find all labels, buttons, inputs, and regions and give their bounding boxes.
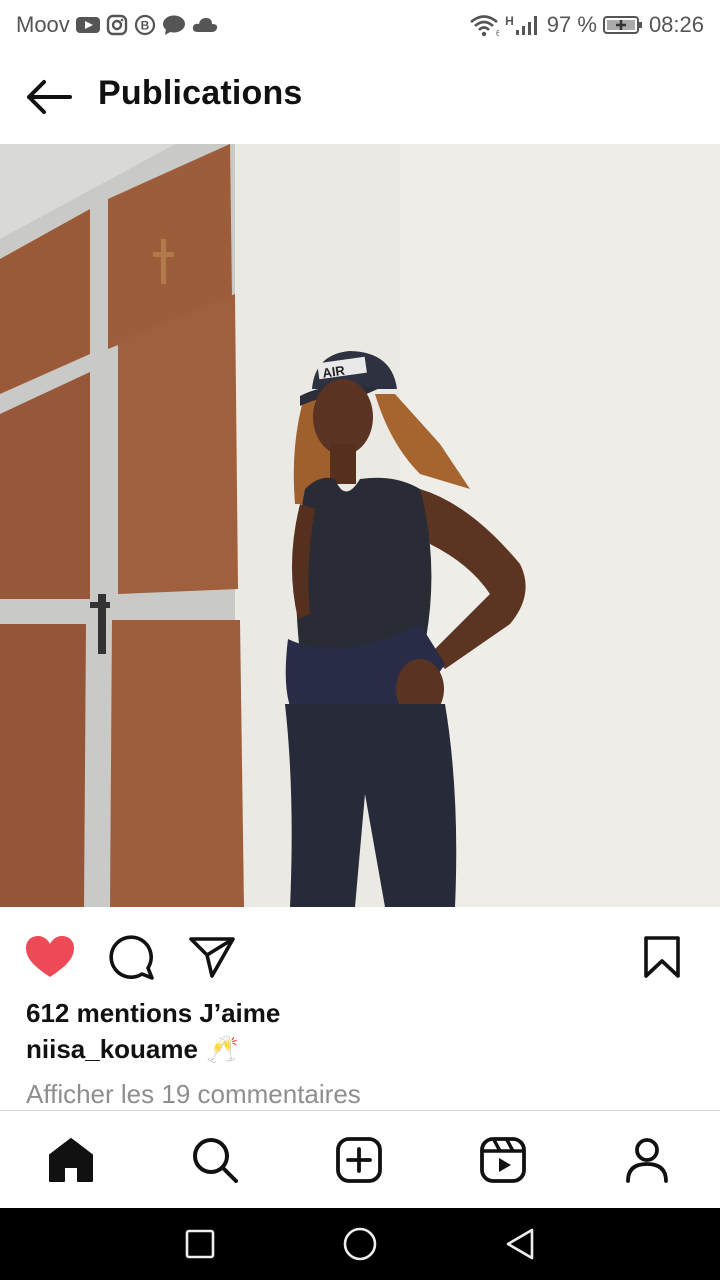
battery-icon — [602, 14, 643, 36]
comment-icon — [108, 934, 154, 980]
nav-create[interactable] — [334, 1135, 384, 1185]
svg-text:B: B — [140, 19, 149, 33]
recent-apps-icon — [184, 1228, 216, 1260]
system-nav-bar — [0, 1208, 720, 1280]
post-actions — [0, 907, 720, 1003]
system-home-button[interactable] — [340, 1224, 380, 1264]
page-title: Publications — [98, 74, 303, 112]
svg-text:6: 6 — [496, 29, 499, 37]
post-image[interactable]: AIR — [0, 144, 720, 907]
signal-icon: H — [505, 14, 541, 36]
create-icon — [336, 1137, 382, 1183]
status-bar: Moov B 6 H 97 % 08:26 — [0, 0, 720, 50]
nav-search[interactable] — [190, 1135, 240, 1185]
cloud-icon — [192, 16, 218, 34]
share-icon — [188, 935, 236, 979]
clock: 08:26 — [648, 12, 704, 37]
cap-logo-text: AIR — [321, 363, 346, 381]
bottom-nav — [0, 1111, 720, 1208]
likes-count[interactable]: 612 mentions J’aime — [26, 998, 280, 1029]
arrow-left-icon — [24, 79, 72, 115]
like-button[interactable] — [24, 931, 76, 983]
status-left: Moov B — [16, 12, 218, 38]
chat-bubble-icon — [162, 14, 186, 36]
b-icon: B — [134, 14, 156, 36]
nav-home[interactable] — [46, 1135, 96, 1185]
reels-icon — [480, 1137, 526, 1183]
instagram-icon — [106, 14, 128, 36]
comment-button[interactable] — [105, 931, 157, 983]
bookmark-icon — [642, 935, 682, 979]
nav-reels[interactable] — [478, 1135, 528, 1185]
recent-apps-button[interactable] — [180, 1224, 220, 1264]
nav-profile[interactable] — [622, 1135, 672, 1185]
caption-username[interactable]: niisa_kouame — [26, 1034, 198, 1065]
home-icon — [47, 1137, 95, 1183]
search-icon — [192, 1137, 238, 1183]
heart-icon — [25, 935, 75, 979]
app-header: Publications — [0, 50, 720, 144]
save-button[interactable] — [636, 931, 688, 983]
carrier-name: Moov — [16, 12, 70, 37]
caption-text: 🥂 — [205, 1034, 239, 1064]
back-triangle-icon — [504, 1227, 536, 1261]
wifi-icon: 6 — [469, 13, 499, 37]
profile-icon — [624, 1137, 670, 1183]
photo-scene: AIR — [0, 144, 720, 907]
post-caption: niisa_kouame 🥂 — [26, 1034, 238, 1065]
youtube-icon — [75, 16, 100, 34]
network-type: H — [505, 14, 514, 28]
status-right: 6 H 97 % 08:26 — [469, 12, 704, 38]
back-button[interactable] — [22, 72, 74, 122]
home-circle-icon — [342, 1226, 378, 1262]
view-comments-link[interactable]: Afficher les 19 commentaires — [26, 1079, 361, 1110]
system-back-button[interactable] — [500, 1224, 540, 1264]
share-button[interactable] — [186, 931, 238, 983]
battery-percent: 97 % — [546, 12, 597, 37]
